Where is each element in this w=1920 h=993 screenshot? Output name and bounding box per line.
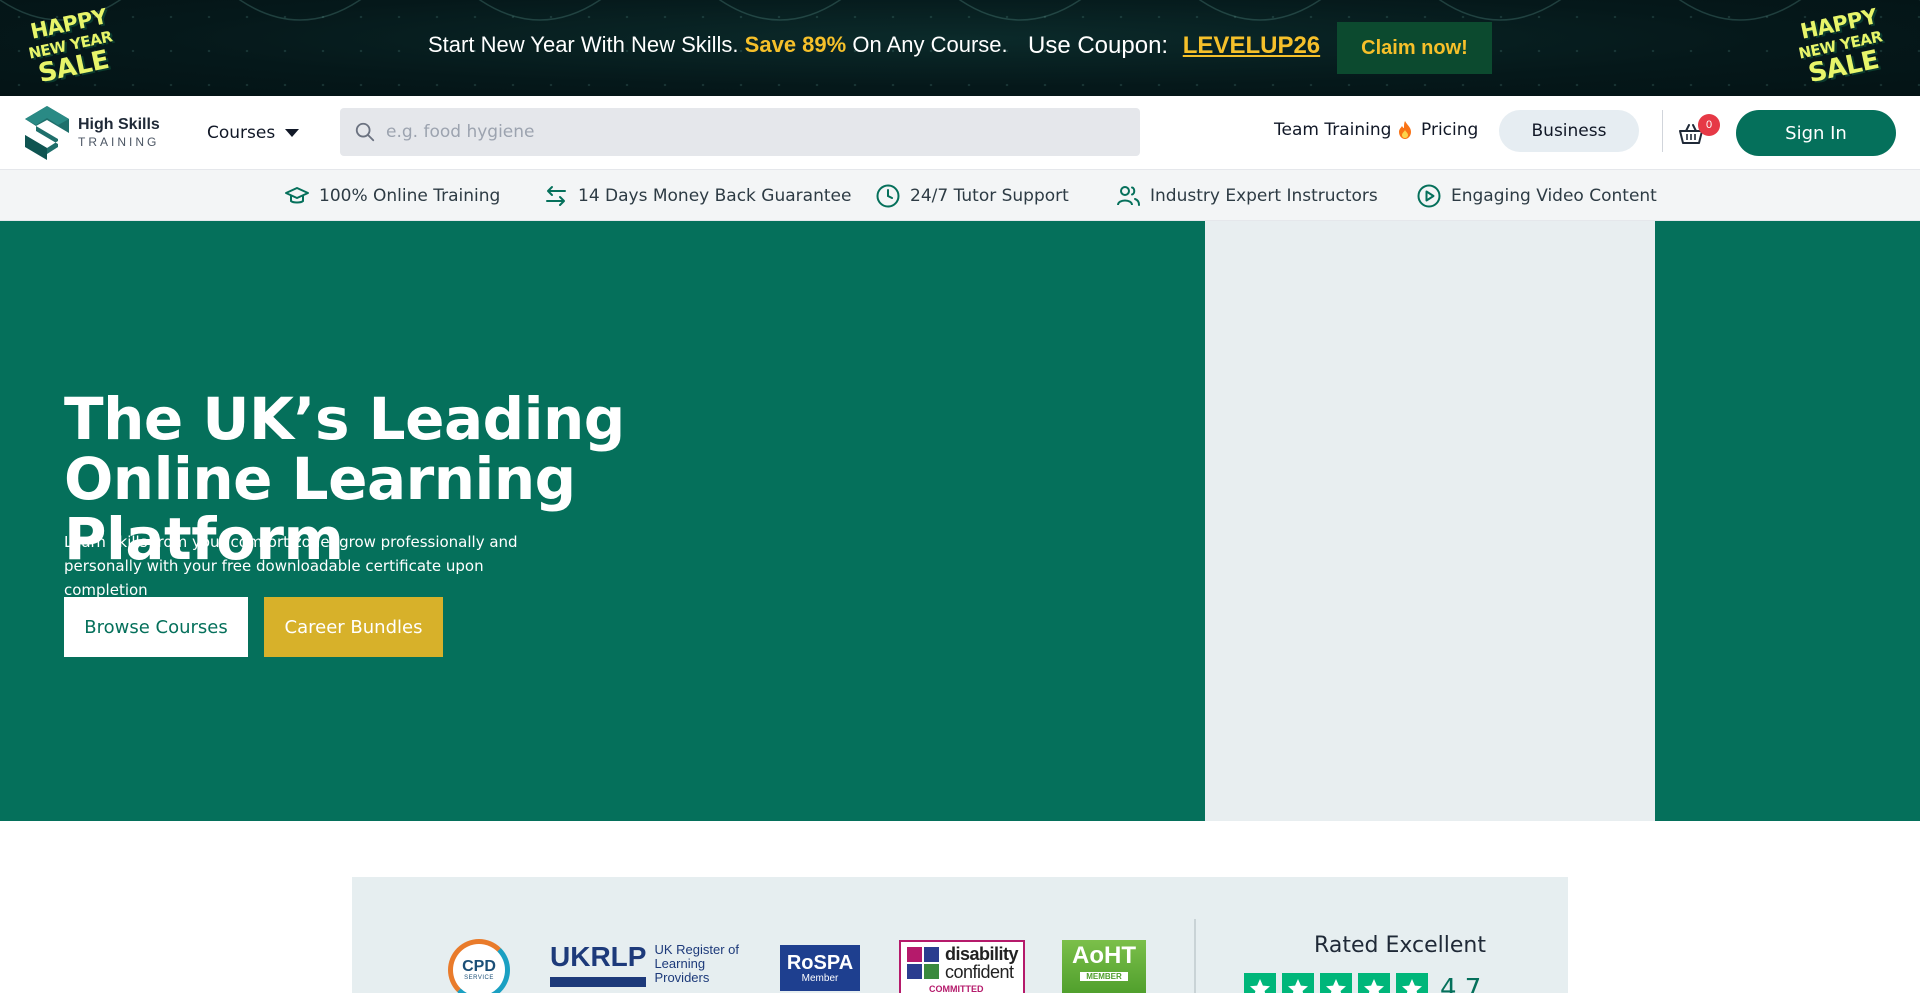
star-icon <box>1244 973 1276 993</box>
sale-badge-right: HAPPY NEW YEAR SALE <box>1796 4 1892 90</box>
arrows-exchange-icon <box>546 186 566 206</box>
search-input[interactable] <box>386 122 1126 142</box>
aoht-title: AoHT <box>1072 942 1136 969</box>
feature-label: 100% Online Training <box>319 186 501 206</box>
header-divider <box>1662 110 1663 152</box>
feature-video-content: Engaging Video Content <box>1416 183 1657 209</box>
rating-score: 4.7 <box>1440 974 1482 993</box>
flame-icon <box>1399 121 1412 139</box>
browse-courses-button[interactable]: Browse Courses <box>64 597 248 657</box>
search-icon <box>355 122 375 142</box>
coupon-label: Use Coupon: <box>1028 32 1169 59</box>
cart-button[interactable]: 0 <box>1678 114 1720 148</box>
star-icon <box>1282 973 1314 993</box>
disability-confident-logo: disability confident COMMITTED <box>899 940 1025 993</box>
cpd-logo: CPD SERVICE <box>448 939 510 993</box>
cpd-subtitle: SERVICE <box>464 975 494 981</box>
promo-message: Start New Year With New Skills. Save 89%… <box>428 32 1008 58</box>
promo-text-end: On Any Course. <box>852 32 1008 57</box>
feature-tutor-support: 24/7 Tutor Support <box>875 183 1069 209</box>
site-logo[interactable]: High Skills TRAINING <box>22 104 162 162</box>
feature-label: Industry Expert Instructors <box>1150 186 1378 206</box>
rospa-logo: RoSPA Member <box>780 945 860 991</box>
caret-down-icon <box>285 129 300 137</box>
promo-coupon: Use Coupon: LEVELUP26 <box>1028 32 1320 60</box>
features-strip: 100% Online Training 14 Days Money Back … <box>0 170 1920 221</box>
coupon-code[interactable]: LEVELUP26 <box>1183 32 1320 59</box>
ukrlp-subtitle: UK Register of Learning Providers <box>654 942 739 985</box>
rated-excellent-label: Rated Excellent <box>1314 933 1486 958</box>
feature-online-training: 100% Online Training <box>284 183 500 209</box>
trustpilot-rating[interactable]: 4.7 <box>1244 973 1481 993</box>
ukrlp-title: UKRLP <box>550 943 647 987</box>
site-header: High Skills TRAINING Courses Team Traini… <box>0 96 1920 170</box>
feature-money-back: 14 Days Money Back Guarantee <box>543 183 851 209</box>
rospa-subtitle: Member <box>801 972 839 984</box>
disability-line2: confident <box>945 962 1014 982</box>
courses-menu-button[interactable]: Courses <box>207 118 300 148</box>
pricing-link[interactable]: Pricing <box>1421 120 1478 140</box>
feature-expert-instructors: Industry Expert Instructors <box>1115 183 1378 209</box>
promo-banner: HAPPY NEW YEAR SALE Start New Year With … <box>0 0 1920 96</box>
promo-save-percent: Save 89% <box>744 32 847 57</box>
aoht-member: MEMBER <box>1080 972 1128 981</box>
team-training-label: Team Training <box>1274 120 1392 140</box>
clock-icon <box>876 184 900 208</box>
courses-label: Courses <box>207 123 276 143</box>
feature-label: Engaging Video Content <box>1451 186 1657 206</box>
rospa-title: RoSPA <box>786 951 854 974</box>
business-button[interactable]: Business <box>1499 110 1639 152</box>
star-icon <box>1320 973 1352 993</box>
career-bundles-button[interactable]: Career Bundles <box>264 597 443 657</box>
disability-grid-icon <box>907 947 939 979</box>
feature-label: 24/7 Tutor Support <box>910 186 1069 206</box>
star-icon <box>1358 973 1390 993</box>
hero-subtitle: Learn skills from your comfort zone, gro… <box>64 533 518 599</box>
promo-decoration-arcs <box>0 0 1920 21</box>
search-bar[interactable] <box>340 108 1140 156</box>
accreditations-strip: CPD SERVICE UKRLP UK Register of Learnin… <box>352 877 1568 993</box>
ukrlp-logo: UKRLP UK Register of Learning Providers <box>550 943 750 993</box>
graduation-cap-icon <box>285 187 309 204</box>
feature-label: 14 Days Money Back Guarantee <box>578 186 852 206</box>
users-icon <box>1117 186 1140 206</box>
cpd-title: CPD <box>462 958 496 975</box>
accreditations-divider <box>1194 919 1196 993</box>
team-training-link[interactable]: Team Training <box>1274 120 1414 140</box>
hero-image-panel <box>1205 221 1655 821</box>
aoht-logo: AoHT MEMBER <box>1062 940 1146 993</box>
sale-badge-left: HAPPY NEW YEAR SALE <box>26 4 122 90</box>
disability-line3: COMMITTED <box>929 984 984 993</box>
logo-name: High Skills <box>78 116 160 134</box>
star-icon <box>1396 973 1428 993</box>
play-circle-icon <box>1417 184 1441 208</box>
logo-tagline: TRAINING <box>78 135 160 150</box>
logo-mark-icon <box>25 106 69 160</box>
hero-section: The UK’s Leading Online Learning Platfor… <box>0 221 1920 821</box>
promo-text-start: Start New Year With New Skills. <box>428 32 739 57</box>
cart-count-badge: 0 <box>1698 114 1720 136</box>
claim-now-button[interactable]: Claim now! <box>1337 22 1492 74</box>
sign-in-button[interactable]: Sign In <box>1736 110 1896 156</box>
